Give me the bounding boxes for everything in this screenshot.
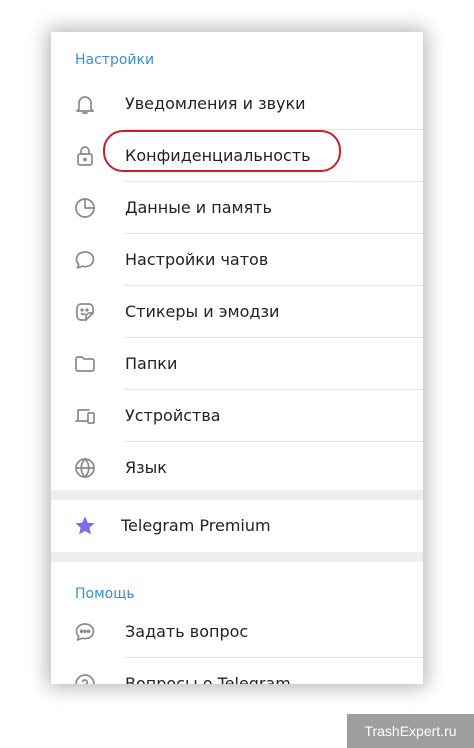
settings-item-notifications[interactable]: Уведомления и звуки — [51, 78, 423, 130]
help-item-ask-question[interactable]: Задать вопрос — [51, 606, 423, 658]
devices-icon — [73, 404, 97, 428]
folder-icon — [73, 352, 97, 376]
lock-icon — [73, 144, 97, 168]
section-separator — [51, 490, 423, 500]
settings-item-privacy[interactable]: Конфиденциальность — [51, 130, 423, 182]
settings-item-devices[interactable]: Устройства — [51, 390, 423, 442]
settings-card: Настройки Уведомления и звуки Конфиденци… — [51, 32, 423, 684]
settings-item-label: Устройства — [125, 406, 221, 425]
section-separator — [51, 552, 423, 562]
section-title-help: Помощь — [75, 586, 135, 602]
pie-chart-icon — [73, 196, 97, 220]
settings-item-label: Язык — [125, 458, 167, 477]
settings-item-folders[interactable]: Папки — [51, 338, 423, 390]
question-chat-icon — [73, 620, 97, 644]
globe-icon — [73, 456, 97, 480]
watermark: TrashExpert.ru — [347, 714, 474, 748]
help-item-faq[interactable]: Вопросы о Telegram — [51, 658, 423, 684]
premium-label: Telegram Premium — [121, 516, 271, 535]
help-item-label: Вопросы о Telegram — [125, 674, 291, 684]
settings-item-label: Папки — [125, 354, 178, 373]
settings-item-data[interactable]: Данные и память — [51, 182, 423, 234]
sticker-icon — [73, 300, 97, 324]
settings-item-chats[interactable]: Настройки чатов — [51, 234, 423, 286]
settings-item-language[interactable]: Язык — [51, 442, 423, 494]
bell-icon — [73, 92, 97, 116]
settings-item-stickers[interactable]: Стикеры и эмодзи — [51, 286, 423, 338]
settings-item-label: Настройки чатов — [125, 250, 269, 269]
premium-item[interactable]: Telegram Premium — [51, 500, 423, 552]
help-item-label: Задать вопрос — [125, 622, 249, 641]
help-circle-icon — [73, 672, 97, 684]
settings-item-label: Стикеры и эмодзи — [125, 302, 280, 321]
settings-item-label: Данные и память — [125, 198, 272, 217]
settings-item-label: Конфиденциальность — [125, 146, 311, 165]
star-icon — [73, 514, 97, 538]
chat-bubble-icon — [73, 248, 97, 272]
settings-item-label: Уведомления и звуки — [125, 94, 306, 113]
section-title-settings: Настройки — [75, 52, 155, 68]
